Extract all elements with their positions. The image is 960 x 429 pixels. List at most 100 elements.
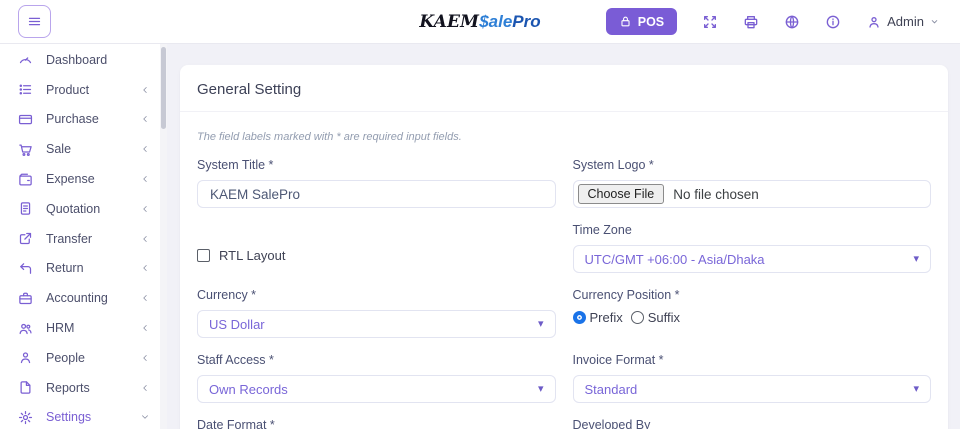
time-zone-value: UTC/GMT +06:00 - Asia/Dhaka [585,252,765,267]
logo-sale: $ale [479,12,512,31]
currency-position-label: Currency Position * [573,288,932,302]
caret-down-icon: ▾ [538,384,544,395]
caret-down-icon: ▾ [913,254,919,265]
settings-form: System Title * System Logo * Choose File… [197,158,931,429]
chevron-left-icon [140,144,150,154]
system-title-input[interactable] [197,180,556,208]
time-zone-select[interactable]: UTC/GMT +06:00 - Asia/Dhaka ▾ [573,245,932,273]
invoice-format-select[interactable]: Standard ▾ [573,375,932,403]
sidebar-item-label: Expense [46,172,95,186]
sidebar-item-return[interactable]: Return [0,254,160,284]
hamburger-icon [27,14,42,29]
sidebar-item-label: Product [46,83,89,97]
sidebar-item-label: Purchase [46,112,99,126]
gear-icon [18,410,33,425]
fullscreen-icon [702,14,718,30]
chevron-left-icon [140,323,150,333]
card-body: The field labels marked with * are requi… [180,112,948,429]
sidebar-item-label: Quotation [46,202,100,216]
field-date-format: Date Format * dd/mm/yyy ▾ [197,418,556,429]
main-content: General Setting The field labels marked … [167,44,960,429]
prefix-radio-label: Prefix [590,310,623,325]
chevron-left-icon [140,204,150,214]
time-zone-label: Time Zone [573,223,932,237]
required-fields-note: The field labels marked with * are requi… [197,131,931,143]
sidebar-item-accounting[interactable]: Accounting [0,283,160,313]
wallet-icon [18,172,33,187]
info-icon [825,14,841,30]
admin-menu[interactable]: Admin [866,14,940,30]
sidebar-item-purchase[interactable]: Purchase [0,105,160,135]
header-actions: POS Admin [606,8,940,35]
field-invoice-format: Invoice Format * Standard ▾ [573,353,932,403]
speedometer-icon [18,52,33,67]
file-icon [18,380,33,395]
suffix-radio-label: Suffix [648,310,680,325]
sidebar-item-dashboard[interactable]: Dashboard [0,45,160,75]
prefix-radio[interactable] [573,311,586,324]
app-window: KAEM$alePro POS Admin [0,0,960,429]
document-icon [18,201,33,216]
user-icon [866,14,882,30]
system-logo-file-input[interactable]: Choose File No file chosen [573,180,932,208]
sidebar-item-expense[interactable]: Expense [0,164,160,194]
staff-access-select[interactable]: Own Records ▾ [197,375,556,403]
staff-access-value: Own Records [209,382,288,397]
chevron-left-icon [140,234,150,244]
date-format-label: Date Format * [197,418,556,429]
chevron-left-icon [140,383,150,393]
language-button[interactable] [784,14,800,30]
staff-access-label: Staff Access * [197,353,556,367]
card-header: General Setting [180,65,948,112]
sidebar-nav: Dashboard Product Purchase Sale [0,44,160,429]
pos-button-label: POS [638,15,664,29]
logo-kaem: KAEM [419,12,479,32]
currency-select[interactable]: US Dollar ▾ [197,310,556,338]
menu-toggle-button[interactable] [18,5,51,38]
field-currency: Currency * US Dollar ▾ [197,288,556,338]
developed-by-label: Developed By [573,418,932,429]
sidebar-item-label: People [46,351,85,365]
chevron-left-icon [140,174,150,184]
globe-icon [784,14,800,30]
share-icon [18,231,33,246]
lock-icon [619,15,632,28]
sidebar-item-label: HRM [46,321,74,335]
credit-card-icon [18,112,33,127]
rtl-layout-label: RTL Layout [219,248,286,263]
system-title-label: System Title * [197,158,556,172]
suffix-radio[interactable] [631,311,644,324]
chevron-down-icon [140,412,150,422]
sidebar-item-sale[interactable]: Sale [0,134,160,164]
return-arrow-icon [18,261,33,276]
sidebar-item-settings[interactable]: Settings [0,403,160,429]
page-title: General Setting [197,81,931,98]
rtl-layout-checkbox[interactable] [197,249,210,262]
sidebar-item-transfer[interactable]: Transfer [0,224,160,254]
chevron-left-icon [140,263,150,273]
sidebar-item-label: Dashboard [46,53,107,67]
info-button[interactable] [825,14,841,30]
printer-button[interactable] [743,14,759,30]
invoice-format-value: Standard [585,382,638,397]
sidebar-item-quotation[interactable]: Quotation [0,194,160,224]
sidebar-item-hrm[interactable]: HRM [0,313,160,343]
field-currency-position: Currency Position * Prefix Suffix [573,288,932,338]
sidebar-item-product[interactable]: Product [0,75,160,105]
choose-file-button[interactable]: Choose File [578,184,665,204]
caret-down-icon: ▾ [913,384,919,395]
invoice-format-label: Invoice Format * [573,353,932,367]
sidebar-item-people[interactable]: People [0,343,160,373]
sidebar-item-reports[interactable]: Reports [0,373,160,403]
field-staff-access: Staff Access * Own Records ▾ [197,353,556,403]
fullscreen-button[interactable] [702,14,718,30]
printer-icon [743,14,759,30]
sidebar-item-label: Sale [46,142,71,156]
caret-down-icon: ▾ [538,319,544,330]
sidebar-scrollbar[interactable] [160,44,167,429]
sidebar-item-label: Transfer [46,232,92,246]
scrollbar-thumb[interactable] [161,47,166,129]
pos-button[interactable]: POS [606,8,677,35]
person-icon [18,350,33,365]
sidebar-item-label: Return [46,261,84,275]
